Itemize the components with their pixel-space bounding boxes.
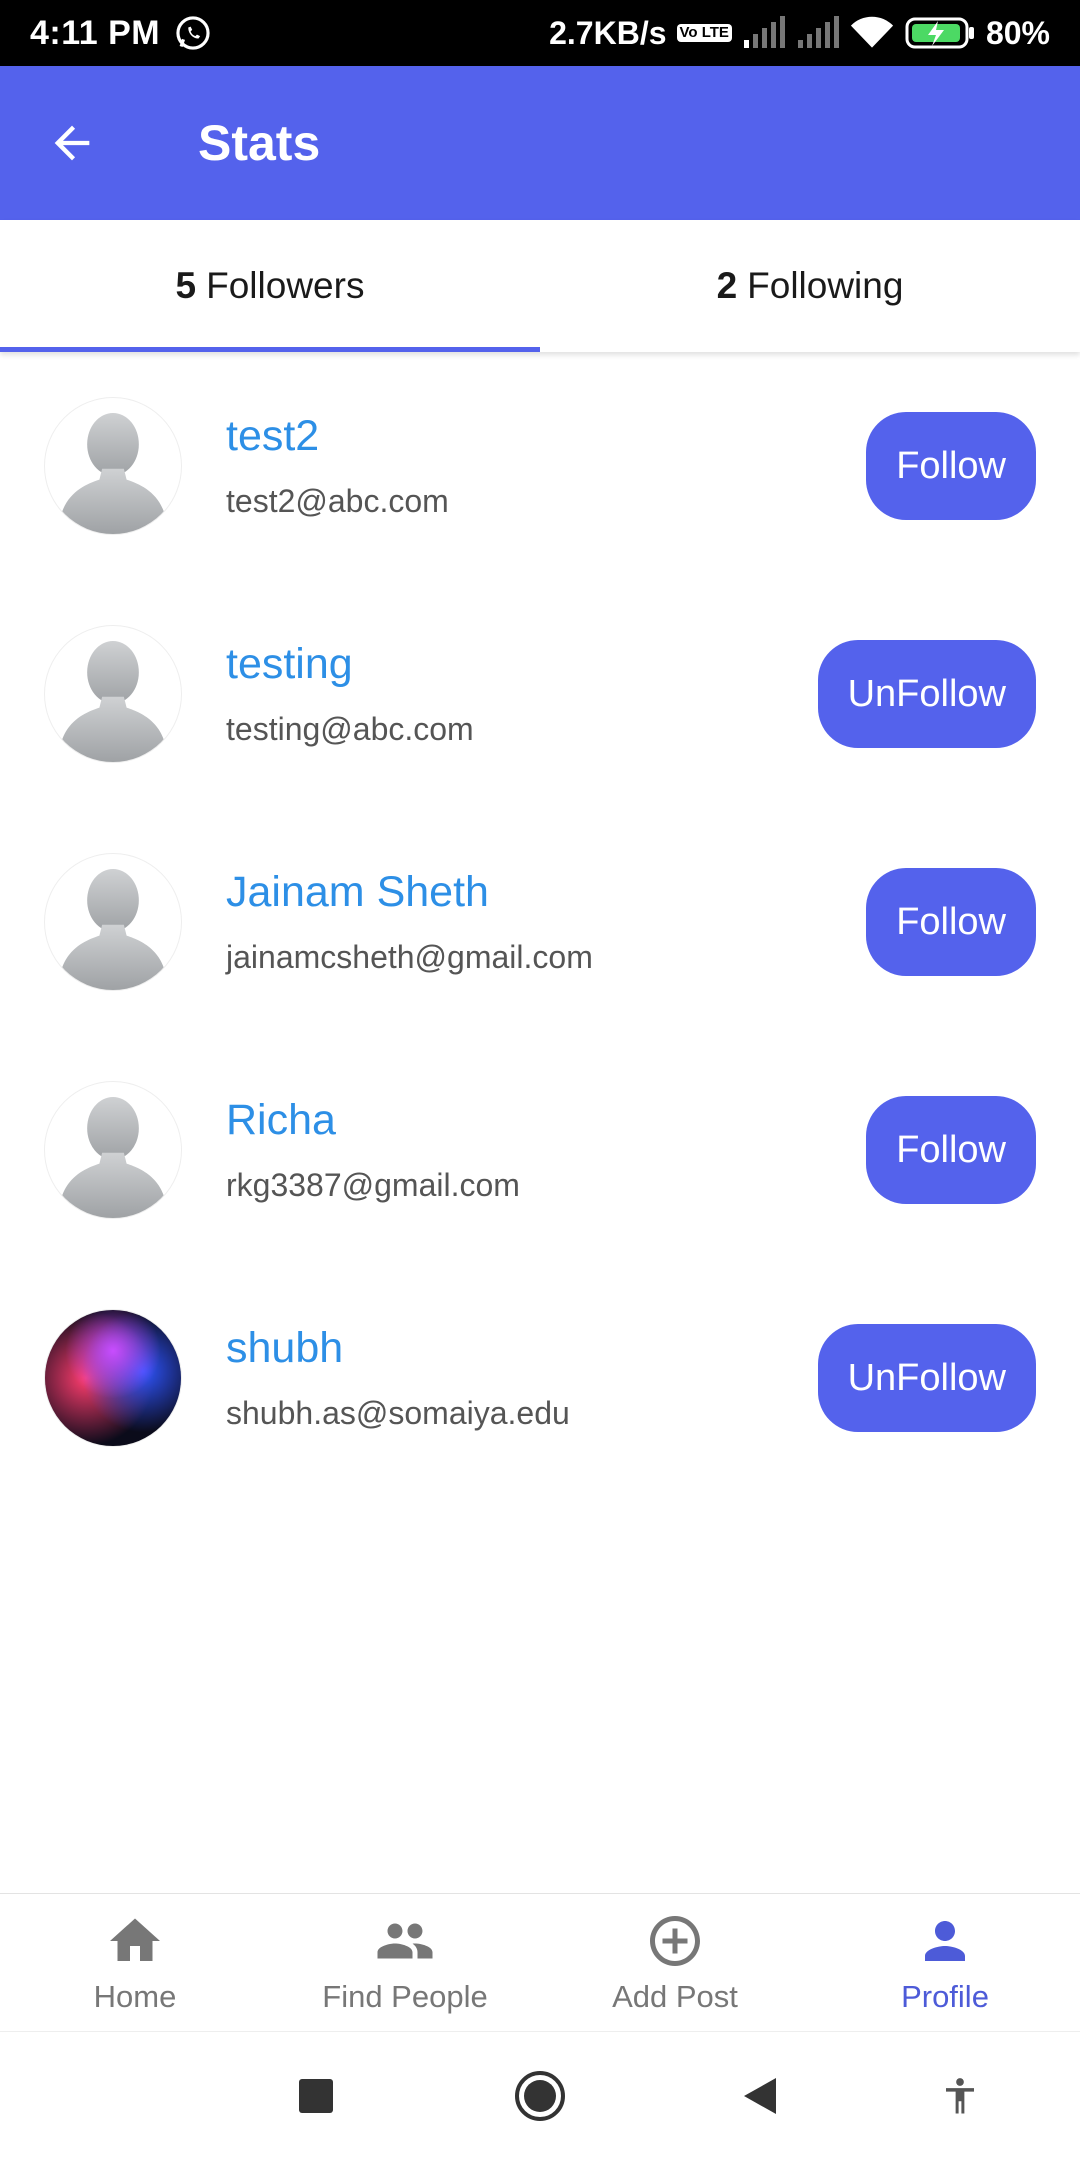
tab-followers[interactable]: 5 Followers [0,220,540,352]
nav-label: Home [93,1978,177,2014]
back-button[interactable] [32,103,112,183]
accessibility-icon [946,2078,974,2114]
recents-button[interactable] [286,2066,346,2126]
square-icon [299,2079,333,2113]
tab-following[interactable]: 2 Following [540,220,1080,352]
nav-label: Profile [901,1978,989,2014]
avatar[interactable] [44,853,182,991]
avatar[interactable] [44,625,182,763]
battery-percent: 80% [985,14,1050,51]
user-name: Jainam Sheth [226,868,489,916]
people-icon [377,1923,433,1958]
battery-icon [905,17,974,49]
user-name: testing [226,640,353,688]
nav-home[interactable]: Home [0,1894,270,2031]
default-avatar-icon [58,412,168,534]
follow-button[interactable]: Follow [866,868,1036,976]
signal-icon [743,16,785,48]
unfollow-button[interactable]: UnFollow [817,640,1036,748]
home-button[interactable] [510,2066,570,2126]
followers-count: 5 [175,265,197,306]
user-email: test2@abc.com [226,483,449,519]
nav-find-people[interactable]: Find People [270,1894,540,2031]
nav-label: Find People [322,1978,488,2014]
accessibility-button[interactable] [930,2066,990,2126]
arrow-back-icon [54,125,90,161]
unfollow-button[interactable]: UnFollow [817,1324,1036,1432]
profile-photo [45,1310,181,1446]
status-time: 4:11 PM [30,13,161,52]
avatar[interactable] [44,1081,182,1219]
following-count: 2 [716,265,738,306]
tab-bar: 5 Followers 2 Following [0,220,1080,352]
nav-profile[interactable]: Profile [810,1894,1080,2031]
follow-button[interactable]: Follow [866,1096,1036,1204]
status-indicators: 2.7KB/s Vo LTE 80% [549,15,1050,52]
volte-badge: Vo LTE [676,24,732,42]
user-email: jainamcsheth@gmail.com [226,939,593,975]
network-speed: 2.7KB/s [549,14,667,51]
status-bar: 4:11 PM 2.7KB/s Vo LTE 80% [0,0,1080,66]
user-email: rkg3387@gmail.com [226,1167,520,1203]
list-item[interactable]: Jainam Sheth jainamcsheth@gmail.com Foll… [0,808,1080,1036]
default-avatar-icon [58,1096,168,1218]
list-item[interactable]: Richa rkg3387@gmail.com Follow [0,1036,1080,1264]
nav-add-post[interactable]: Add Post [540,1894,810,2031]
default-avatar-icon [58,640,168,762]
nav-label: Add Post [612,1978,738,2014]
bottom-navigation: Home Find People Add Post Profile [0,1893,1080,2031]
home-icon [110,1918,160,1961]
page-title: Stats [198,115,321,171]
triangle-back-icon [744,2078,776,2114]
tab-label: Followers [206,265,365,306]
default-avatar-icon [58,868,168,990]
followers-list: test2 test2@abc.com Follow testing testi… [0,352,1080,1492]
wifi-icon [850,16,894,48]
whatsapp-icon [176,16,210,50]
app-bar: Stats [0,66,1080,220]
list-item[interactable]: shubh shubh.as@somaiya.edu UnFollow [0,1264,1080,1492]
user-email: testing@abc.com [226,711,474,747]
avatar[interactable] [44,397,182,535]
signal-icon-2 [797,16,839,48]
person-icon [925,1920,965,1961]
system-navigation-bar [0,2031,1080,2160]
circle-icon [515,2071,565,2121]
user-name: Richa [226,1096,336,1144]
follow-button[interactable]: Follow [866,412,1036,520]
tab-label: Following [747,265,904,306]
list-item[interactable]: testing testing@abc.com UnFollow [0,580,1080,808]
user-name: test2 [226,412,320,460]
list-item[interactable]: test2 test2@abc.com Follow [0,352,1080,580]
user-email: shubh.as@somaiya.edu [226,1395,570,1431]
back-nav-button[interactable] [730,2066,790,2126]
avatar[interactable] [44,1309,182,1447]
add-circle-icon [650,1915,700,1966]
user-name: shubh [226,1324,344,1372]
